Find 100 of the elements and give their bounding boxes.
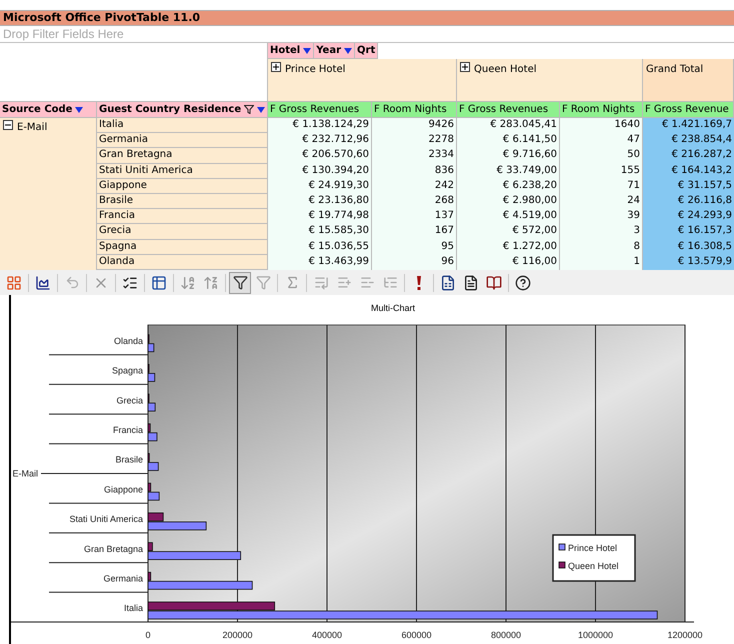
table-cell: € 33.749,00 xyxy=(457,164,560,179)
table-cell: 2278 xyxy=(372,133,457,148)
expand-icon[interactable] xyxy=(460,62,470,72)
table-cell: € 116,00 xyxy=(457,254,560,270)
table-cell: € 24.919,30 xyxy=(268,178,372,194)
category-label: Olanda xyxy=(114,336,143,346)
table-cell: € 238.854,4 xyxy=(643,133,734,148)
category-label: Stati Uniti America xyxy=(69,514,143,524)
pivot-title-bar: Microsoft Office PivotTable 11.0 xyxy=(0,10,734,26)
table-cell: 167 xyxy=(372,224,457,240)
column-group-label: Grand Total xyxy=(646,63,704,77)
table-cell: € 15.585,30 xyxy=(268,224,372,240)
country-cell: Gran Bretagna xyxy=(97,148,268,164)
table-cell: 95 xyxy=(372,240,457,255)
dropdown-caret-icon[interactable] xyxy=(344,48,352,54)
table-cell: 9426 xyxy=(372,118,457,134)
measure-header[interactable]: F Gross Revenue xyxy=(643,102,734,118)
table-cell: 24 xyxy=(560,194,643,210)
table-cell: 155 xyxy=(560,164,643,179)
filter-icon[interactable] xyxy=(229,272,251,294)
country-cell: Giappone xyxy=(97,178,268,194)
legend-label: Queen Hotel xyxy=(568,561,619,571)
category-label: Giappone xyxy=(104,484,143,494)
axis-tick-label: 400000 xyxy=(312,630,342,640)
table-cell: € 164.143,2 xyxy=(643,164,734,179)
table-cell: 1640 xyxy=(560,118,643,134)
table-cell: 242 xyxy=(372,178,457,194)
country-cell: Italia xyxy=(97,118,268,134)
measure-header[interactable]: F Room Nights xyxy=(560,102,643,118)
table-cell: € 2.980,00 xyxy=(457,194,560,210)
table-cell: 39 xyxy=(560,209,643,224)
chart-title: Multi-Chart xyxy=(371,302,416,315)
table-cell: 137 xyxy=(372,209,457,224)
category-label: Gran Bretagna xyxy=(84,544,143,554)
country-cell: Germania xyxy=(97,133,268,148)
dropdown-caret-icon[interactable] xyxy=(257,106,266,112)
dropdown-caret-icon[interactable] xyxy=(75,106,84,112)
collapse-icon[interactable] xyxy=(3,120,13,130)
table-cell: 268 xyxy=(372,194,457,210)
country-cell: Francia xyxy=(97,209,268,224)
legend-label: Prince Hotel xyxy=(568,543,618,553)
table-cell: 96 xyxy=(372,254,457,270)
table-cell: € 4.519,00 xyxy=(457,209,560,224)
table-cell: € 1.138.124,29 xyxy=(268,118,372,134)
table-cell: € 24.293,9 xyxy=(643,209,734,224)
table-cell: 50 xyxy=(560,148,643,164)
column-field-button[interactable]: Year xyxy=(314,43,356,59)
category-label: Grecia xyxy=(116,395,143,406)
table-cell: € 130.394,20 xyxy=(268,164,372,179)
table-cell: € 16.157,3 xyxy=(643,224,734,240)
country-cell: Brasile xyxy=(97,194,268,210)
table-cell: € 13.579,9 xyxy=(643,254,734,270)
table-cell: € 206.570,60 xyxy=(268,148,372,164)
axis-tick-label: 1200000 xyxy=(667,630,703,640)
table-cell: 836 xyxy=(372,164,457,179)
country-cell: Olanda xyxy=(97,254,268,270)
table-cell: € 16.308,5 xyxy=(643,240,734,255)
dropdown-caret-icon[interactable] xyxy=(303,48,312,54)
table-cell: € 1.421.169,7 xyxy=(643,118,734,134)
expand-icon[interactable] xyxy=(271,62,281,72)
table-cell: € 23.136,80 xyxy=(268,194,372,210)
row-field-button[interactable]: Source Code xyxy=(0,102,97,118)
axis-tick-label: 800000 xyxy=(490,630,522,640)
group-label: E-Mail xyxy=(12,468,38,478)
category-label: Francia xyxy=(112,424,143,435)
category-label: Italia xyxy=(124,603,143,614)
country-cell: Spagna xyxy=(97,240,268,255)
table-cell: € 216.287,2 xyxy=(643,148,734,164)
table-cell: € 31.157,5 xyxy=(643,178,734,194)
table-cell: € 6.141,50 xyxy=(457,133,560,148)
table-cell: € 15.036,55 xyxy=(268,240,372,255)
measure-header[interactable]: F Gross Revenues xyxy=(268,102,372,118)
column-group-label: Prince Hotel xyxy=(285,63,346,77)
table-cell: € 1.272,00 xyxy=(457,240,560,255)
row-group-label: E-Mail xyxy=(17,121,48,135)
table-cell: € 9.716,60 xyxy=(457,148,560,164)
category-label: Germania xyxy=(103,573,143,584)
table-cell: 47 xyxy=(560,133,643,148)
table-cell: 71 xyxy=(560,178,643,194)
country-cell: Grecia xyxy=(97,224,268,240)
table-cell: 3 xyxy=(560,224,643,240)
axis-tick-label: 0 xyxy=(146,630,150,640)
column-group-label: Queen Hotel xyxy=(474,63,537,77)
table-cell: € 26.116,8 xyxy=(643,194,734,210)
measure-header[interactable]: F Gross Revenues xyxy=(457,102,560,118)
table-cell: € 283.045,41 xyxy=(457,118,560,134)
table-cell: € 19.774,98 xyxy=(268,209,372,224)
column-field-button[interactable]: Qrt xyxy=(355,43,378,59)
axis-tick-label: 200000 xyxy=(222,630,253,640)
column-field-button[interactable]: Hotel xyxy=(268,43,314,59)
row-field-button[interactable]: Guest Country Residence xyxy=(97,102,268,118)
measure-header[interactable]: F Room Nights xyxy=(372,102,457,118)
table-cell: 8 xyxy=(560,240,643,255)
axis-tick-label: 1000000 xyxy=(578,630,614,640)
axis-tick-label: 600000 xyxy=(401,630,432,640)
table-cell: 2334 xyxy=(372,148,457,164)
table-cell: € 6.238,20 xyxy=(457,178,560,194)
category-label: Spagna xyxy=(112,366,143,376)
table-cell: € 572,00 xyxy=(457,224,560,240)
table-cell: 1 xyxy=(560,254,643,270)
